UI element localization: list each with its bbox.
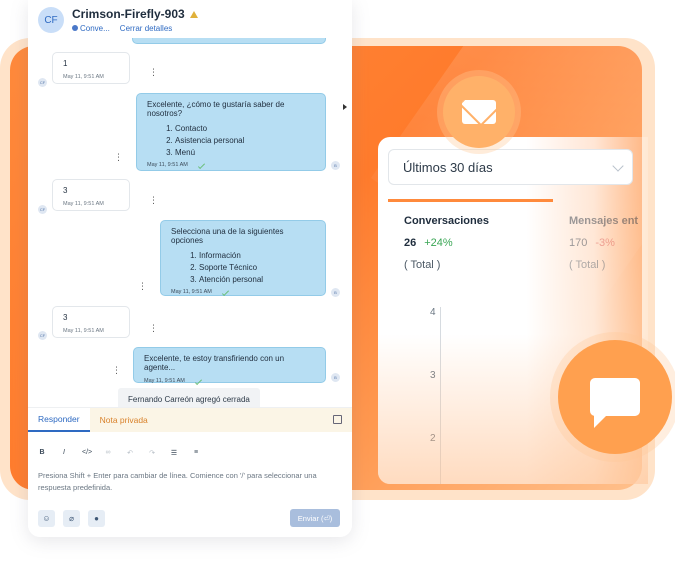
reply-box: Responder Nota privada B I </> ∞ ↶ ↷ ☰ ≡… [28,407,352,537]
contact-avatar-icon: CF [38,331,47,340]
link-icon[interactable]: ∞ [104,449,112,456]
mail-icon [462,100,496,124]
bold-icon[interactable]: B [38,449,46,456]
message-text: 3 [63,313,68,322]
conversation-title: Crimson-Firefly-903 [72,7,185,21]
code-icon[interactable]: </> [82,449,92,456]
message-incoming: 1 May 11, 9:51 AM [52,52,130,84]
format-toolbar: B I </> ∞ ↶ ↷ ☰ ≡ [28,432,352,462]
conversation-header: CF Crimson-Firefly-903 Conve... Cerrar d… [28,0,352,38]
avatar: CF [38,7,64,33]
message-menu-icon[interactable]: ⋮ [114,153,123,162]
attachment-icon[interactable]: ⌀ [63,510,80,527]
chat-icon [590,378,640,428]
emoji-icon[interactable]: ☺ [38,510,55,527]
agent-avatar-icon: B [331,373,340,382]
message-incoming: 3 May 11, 9:51 AM [52,179,130,211]
italic-icon[interactable]: I [60,449,68,456]
chevron-right-icon[interactable] [343,104,347,110]
metric-label: Conversaciones [404,215,489,227]
metric-total: ( Total ) [569,259,606,271]
check-icon [197,161,205,169]
reply-input[interactable]: Presiona Shift + Enter para cambiar de l… [28,462,338,494]
metric-incoming-messages[interactable]: Mensajes ent 170 -3% ( Total ) [569,215,638,271]
check-icon [194,377,202,385]
message-text: Excelente, ¿cómo te gustaría saber de no… [147,100,285,118]
message-menu-icon[interactable]: ⋮ [149,196,158,205]
message-text: Selecciona una de la siguientes opciones [171,227,284,245]
inbox-link[interactable]: Conve... [72,24,110,33]
message-time: May 11, 9:51 AM [63,74,104,80]
message-option: Atención personal [199,274,315,286]
expand-icon[interactable] [333,415,342,424]
message-incoming: 3 May 11, 9:51 AM [52,306,130,338]
tab-private-note[interactable]: Nota privada [89,408,352,432]
message-menu-icon[interactable]: ⋮ [149,324,158,333]
message-text: 1 [63,59,68,68]
message-outgoing: Excelente, ¿cómo te gustaría saber de no… [136,93,326,171]
bullet-list-icon[interactable]: ☰ [170,449,178,457]
metric-total: ( Total ) [404,259,441,271]
message-option: Menú [175,147,315,159]
message-text: 3 [63,186,68,195]
message-outgoing: Selecciona una de la siguientes opciones… [160,220,326,296]
reply-actions: ☺ ⌀ ● [38,510,105,527]
send-button[interactable]: Enviar (⏎) [290,509,340,527]
mail-bubble [443,76,515,148]
metric-label: Mensajes ent [569,215,639,227]
metric-delta: +24% [424,237,453,249]
tab-reply[interactable]: Responder [28,408,90,432]
message-option: Soporte Técnico [199,262,315,274]
message-time: May 11, 9:51 AM [63,201,104,207]
inbox-label: Conve... [80,24,110,33]
close-details-link[interactable]: Cerrar detalles [120,24,172,33]
message-time: May 11, 9:51 AM [63,328,104,334]
conversation-panel: CF Crimson-Firefly-903 Conve... Cerrar d… [28,0,352,537]
message-options: Contacto Asistencia personal Menú [147,123,315,159]
metric-conversations[interactable]: Conversaciones 26 +24% ( Total ) [404,215,489,271]
metric-delta: -3% [595,237,615,249]
contact-avatar-icon: CF [38,205,47,214]
message-list: 1 May 11, 9:51 AM CF ⋮ Excelente, ¿cómo … [28,38,352,410]
chat-bubble [558,340,672,454]
message-option: Asistencia personal [175,135,315,147]
message-option: Información [199,250,315,262]
agent-avatar-icon: B [331,288,340,297]
message-outgoing: Excelente, te estoy transfiriendo con un… [133,347,326,385]
metric-tab-indicator [388,199,553,202]
agent-avatar-icon: B [331,161,340,170]
message-time: May 11, 9:51 AM [171,289,212,295]
message-time: May 11, 9:51 AM [147,162,188,168]
redo-icon[interactable]: ↷ [148,449,156,457]
warning-icon [189,10,198,18]
message-menu-icon[interactable]: ⋮ [138,282,147,291]
axis-tick-label: 4 [430,307,436,318]
numbered-list-icon[interactable]: ≡ [192,449,200,456]
inbox-icon [72,25,78,31]
period-select-value: Últimos 30 días [403,159,493,175]
message-option: Contacto [175,123,315,135]
period-select[interactable]: Últimos 30 días [388,149,633,185]
undo-icon[interactable]: ↶ [126,449,134,457]
message-time: May 11, 9:51 AM [144,378,185,384]
message-bubble-outgoing-partial [132,38,326,44]
reply-tabs: Responder Nota privada [28,408,352,432]
contact-avatar-icon: CF [38,78,47,87]
message-options: Información Soporte Técnico Atención per… [171,250,315,286]
microphone-icon[interactable]: ● [88,510,105,527]
message-menu-icon[interactable]: ⋮ [112,366,121,375]
metric-count: 26 [404,237,417,249]
check-icon [221,288,229,296]
chevron-down-icon [612,160,624,172]
metric-count: 170 [569,237,588,249]
message-text: Excelente, te estoy transfiriendo con un… [144,354,285,372]
message-menu-icon[interactable]: ⋮ [149,68,158,77]
